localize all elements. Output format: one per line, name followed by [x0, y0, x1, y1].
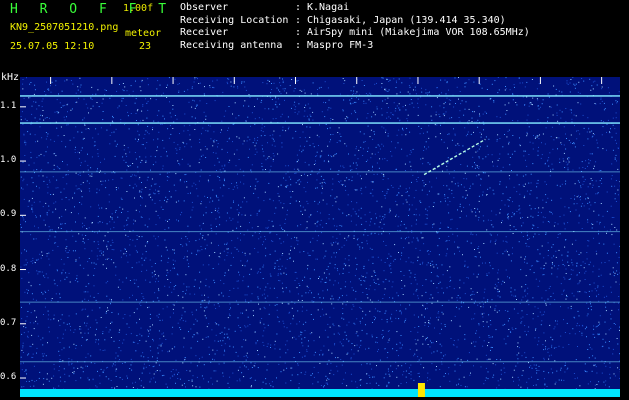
meta-key: Receiving Location: [180, 14, 289, 26]
y-tick-label: 0.7: [0, 317, 17, 328]
meta-row-observer: Observer: K.Nagai: [180, 2, 350, 13]
y-tick-label: 0.9: [0, 209, 17, 220]
baseline-spike: [417, 383, 425, 397]
y-tick-label: 1.0: [0, 155, 17, 166]
y-tick-label: 0.6: [0, 372, 17, 383]
header-panel: H R O F F T 1.00f KN9_2507051210.png 25.…: [0, 0, 629, 75]
spectrogram-plot: [20, 77, 620, 397]
meteor-count-label: meteor: [125, 28, 162, 39]
meta-row-receiver: Receiver: AirSpy mini (Miakejima VOR 108.…: [180, 27, 530, 39]
meta-key: Receiver: [180, 27, 229, 39]
meta-row-location: Receiving Location: Chigasaki, Japan (139…: [180, 14, 506, 26]
meta-row-antenna: Receiving antenna: Maspro FM-3: [180, 39, 374, 51]
image-filename: KN9_2507051210.png: [10, 22, 119, 33]
y-axis-title: kHz: [1, 72, 20, 83]
y-tick-label: 0.8: [0, 263, 17, 274]
app-version: 1.00f: [123, 3, 154, 14]
meteor-count-value: 23: [139, 41, 152, 52]
meta-key: Receiving antenna: [180, 39, 283, 51]
capture-datetime: 25.07.05 12:10: [10, 41, 95, 52]
baseline-band: [20, 389, 620, 397]
y-tick-label: 1.1: [0, 100, 17, 111]
meta-value: AirSpy mini (Miakejima VOR 108.65MHz): [307, 27, 530, 39]
meta-value: Maspro FM-3: [307, 39, 374, 51]
spectrogram-canvas: [20, 77, 620, 397]
observation-metadata: Observer: K.Nagai Receiving Location: Chig…: [180, 2, 530, 52]
meta-key: Observer: [180, 2, 229, 13]
meta-value: Chigasaki, Japan (139.414 35.340): [307, 14, 506, 26]
meta-value: K.Nagai: [307, 2, 350, 13]
